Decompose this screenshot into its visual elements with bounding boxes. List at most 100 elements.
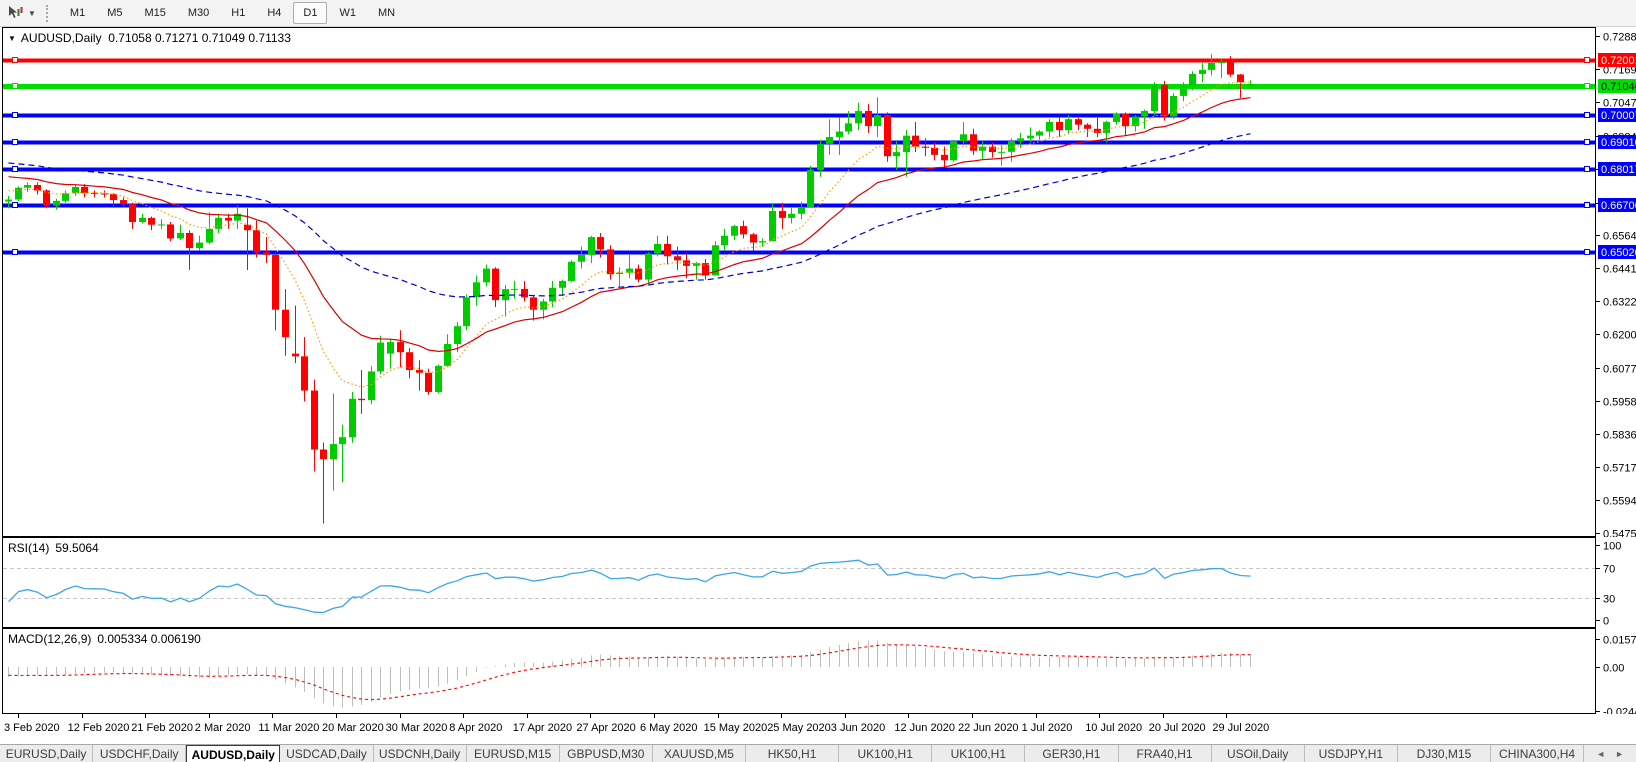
date-tick bbox=[781, 714, 782, 718]
chart-tab-USDJPY-H1[interactable]: USDJPY,H1 bbox=[1305, 745, 1398, 762]
chart-tab-DJ30-M15[interactable]: DJ30,M15 bbox=[1398, 745, 1491, 762]
chart-tab-FRA40-H1[interactable]: FRA40,H1 bbox=[1119, 745, 1212, 762]
chart-tab-USDCNH-Daily[interactable]: USDCNH,Daily bbox=[374, 745, 467, 762]
macd-signal-line bbox=[9, 645, 1251, 700]
line-handle[interactable] bbox=[13, 167, 18, 172]
tabs-scroll-right-icon[interactable]: ► bbox=[1615, 749, 1624, 759]
chart-tab-AUDUSD-Daily[interactable]: AUDUSD,Daily bbox=[186, 745, 280, 762]
chart-tab-USOil-Daily[interactable]: USOil,Daily bbox=[1212, 745, 1305, 762]
rsi-axis-tick: 30 bbox=[1603, 594, 1615, 606]
chart-cursor-icon bbox=[6, 5, 24, 21]
date-label: 3 Feb 2020 bbox=[4, 722, 60, 734]
date-label: 17 Apr 2020 bbox=[513, 722, 572, 734]
chart-tab-GBPUSD-M30[interactable]: GBPUSD,M30 bbox=[560, 745, 653, 762]
date-tick bbox=[654, 714, 655, 718]
chart-tab-UK100-H1[interactable]: UK100,H1 bbox=[932, 745, 1025, 762]
line-handle[interactable] bbox=[13, 250, 18, 255]
chart-ohlc-values: 0.71058 0.71271 0.71049 0.71133 bbox=[108, 31, 291, 45]
macd-axis-tick: -0.02441 bbox=[1603, 707, 1636, 715]
moving-average-ema-21[interactable] bbox=[9, 98, 1251, 352]
date-tick bbox=[972, 714, 973, 718]
rsi-value: 59.5064 bbox=[55, 541, 98, 555]
timeframe-button-D1[interactable]: D1 bbox=[293, 2, 327, 24]
chart-tab-EURUSD-Daily[interactable]: EURUSD,Daily bbox=[0, 745, 93, 762]
rsi-axis-tick: 70 bbox=[1603, 564, 1615, 576]
date-axis[interactable]: 3 Feb 202012 Feb 202021 Feb 20202 Mar 20… bbox=[0, 714, 1636, 744]
timeframe-button-H1[interactable]: H1 bbox=[221, 2, 255, 24]
price-axis-tick: 0.59585 bbox=[1603, 397, 1636, 409]
timeframe-button-M15[interactable]: M15 bbox=[134, 2, 175, 24]
line-handle[interactable] bbox=[1585, 167, 1590, 172]
chart-tab-UK100-H1[interactable]: UK100,H1 bbox=[839, 745, 932, 762]
tool-dropdown-caret[interactable]: ▼ bbox=[28, 9, 36, 18]
line-handle[interactable] bbox=[1585, 140, 1590, 145]
chart-tab-EURUSD-M15[interactable]: EURUSD,M15 bbox=[467, 745, 560, 762]
date-tick bbox=[272, 714, 273, 718]
macd-values: 0.005334 0.006190 bbox=[97, 632, 200, 646]
date-label: 2 Mar 2020 bbox=[195, 722, 251, 734]
date-label: 11 Mar 2020 bbox=[258, 722, 319, 734]
rsi-panel[interactable]: 10070300 bbox=[0, 537, 1636, 628]
toolbar-grip[interactable] bbox=[46, 5, 50, 22]
timeframe-button-M1[interactable]: M1 bbox=[60, 2, 95, 24]
chart-tab-USDCHF-Daily[interactable]: USDCHF,Daily bbox=[93, 745, 186, 762]
line-handle[interactable] bbox=[1585, 58, 1590, 63]
date-tick bbox=[336, 714, 337, 718]
candles bbox=[5, 54, 1254, 523]
date-tick bbox=[18, 714, 19, 718]
price-axis-tick: 0.64415 bbox=[1603, 264, 1636, 276]
date-tick bbox=[1226, 714, 1227, 718]
line-handle[interactable] bbox=[1585, 203, 1590, 208]
line-handle[interactable] bbox=[1585, 113, 1590, 118]
price-axis-tick: 0.58360 bbox=[1603, 430, 1636, 442]
macd-axis-tick: 0.015741 bbox=[1603, 635, 1636, 647]
price-badge-label: 0.71046 bbox=[1601, 81, 1636, 93]
price-badge-label: 0.65020 bbox=[1601, 247, 1636, 259]
timeframe-button-W1[interactable]: W1 bbox=[329, 2, 366, 24]
line-handle[interactable] bbox=[13, 84, 18, 89]
symbol-dropdown-icon[interactable]: ▼ bbox=[8, 34, 16, 43]
date-tick bbox=[463, 714, 464, 718]
date-label: 12 Feb 2020 bbox=[68, 722, 130, 734]
price-axis-tick: 0.57170 bbox=[1603, 463, 1636, 475]
date-label: 15 May 2020 bbox=[704, 722, 768, 734]
cursor-tool-button[interactable]: ▼ bbox=[0, 5, 41, 21]
date-tick bbox=[1099, 714, 1100, 718]
tab-scroll-arrows: ◄► bbox=[1584, 745, 1636, 762]
line-handle[interactable] bbox=[13, 113, 18, 118]
date-tick bbox=[908, 714, 909, 718]
price-axis-tick: 0.63225 bbox=[1603, 297, 1636, 309]
tabs-scroll-left-icon[interactable]: ◄ bbox=[1596, 749, 1605, 759]
chart-tab-GER30-H1[interactable]: GER30,H1 bbox=[1025, 745, 1118, 762]
chart-tab-USDCAD-Daily[interactable]: USDCAD,Daily bbox=[280, 745, 373, 762]
price-badge-label: 0.70007 bbox=[1601, 110, 1636, 122]
timeframe-button-M5[interactable]: M5 bbox=[97, 2, 132, 24]
timeframe-button-H4[interactable]: H4 bbox=[257, 2, 291, 24]
line-handle[interactable] bbox=[13, 58, 18, 63]
date-tick bbox=[845, 714, 846, 718]
chart-tab-XAUUSD-M5[interactable]: XAUUSD,M5 bbox=[653, 745, 746, 762]
date-tick bbox=[1163, 714, 1164, 718]
timeframe-button-M30[interactable]: M30 bbox=[178, 2, 219, 24]
date-label: 30 Mar 2020 bbox=[386, 722, 448, 734]
rsi-axis-tick: 0 bbox=[1603, 616, 1609, 628]
line-handle[interactable] bbox=[13, 203, 18, 208]
chart-tab-CHINA300-H4[interactable]: CHINA300,H4 bbox=[1491, 745, 1584, 762]
price-badge-label: 0.72001 bbox=[1601, 55, 1636, 67]
price-axis-tick: 0.54755 bbox=[1603, 529, 1636, 538]
moving-average-ema-10[interactable] bbox=[9, 83, 1251, 388]
timeframe-toolbar: ▼ M1M5M15M30H1H4D1W1MN bbox=[0, 0, 1636, 27]
line-handle[interactable] bbox=[13, 140, 18, 145]
price-axis-tick: 0.62000 bbox=[1603, 330, 1636, 342]
price-axis-tick: 0.70470 bbox=[1603, 98, 1636, 110]
main-chart-panel[interactable]: 0.728850.716950.704700.692450.680200.667… bbox=[0, 27, 1636, 537]
date-label: 22 Jun 2020 bbox=[958, 722, 1019, 734]
chart-tab-HK50-H1[interactable]: HK50,H1 bbox=[746, 745, 839, 762]
timeframe-button-MN[interactable]: MN bbox=[368, 2, 405, 24]
date-tick bbox=[718, 714, 719, 718]
date-tick bbox=[590, 714, 591, 718]
chart-tab-bar: EURUSD,DailyUSDCHF,DailyAUDUSD,DailyUSDC… bbox=[0, 744, 1636, 762]
line-handle[interactable] bbox=[1585, 250, 1590, 255]
line-handle[interactable] bbox=[1585, 84, 1590, 89]
macd-panel[interactable]: 0.0157410.00-0.02441 bbox=[0, 628, 1636, 714]
